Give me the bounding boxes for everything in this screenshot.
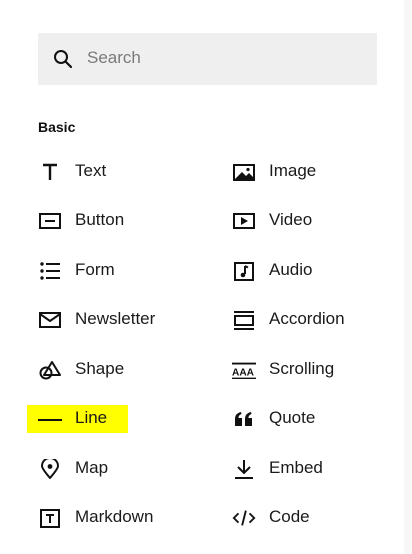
block-item-audio[interactable]: Audio [232,254,382,286]
block-item-image[interactable]: Image [232,155,382,187]
scrolling-icon: AAA [232,362,256,379]
audio-icon [234,262,254,281]
block-item-form[interactable]: Form [38,254,188,286]
search-icon [54,50,73,69]
button-icon [39,213,61,229]
block-item-label: Markdown [75,507,154,526]
block-item-label: Button [75,210,125,229]
block-item-label: Accordion [269,309,345,328]
block-item-label: Video [269,210,313,229]
block-item-label: Embed [269,458,323,477]
image-icon [233,164,255,181]
block-item-text[interactable]: Text [38,155,188,187]
text-icon [43,163,57,180]
block-item-quote[interactable]: Quote [232,402,382,434]
block-item-label: Newsletter [75,309,156,328]
search-bar[interactable]: Search [38,33,377,85]
block-item-label: Map [75,458,109,477]
block-item-label: Scrolling [269,359,335,378]
block-item-shape[interactable]: Shape [38,353,188,385]
map-pin-icon [41,459,59,479]
block-item-button[interactable]: Button [38,204,188,236]
block-item-line[interactable]: Line [38,402,188,434]
markdown-icon [40,509,60,528]
block-item-video[interactable]: Video [232,204,382,236]
svg-text:AAA: AAA [232,368,255,379]
block-item-label: Text [75,161,107,180]
embed-icon [235,460,253,479]
block-item-label: Line [75,408,108,427]
line-icon [38,419,62,421]
envelope-icon [39,312,61,328]
section-title: Basic [38,119,76,135]
search-input[interactable]: Search [87,47,141,69]
accordion-icon [234,311,254,330]
block-item-label: Quote [269,408,316,427]
block-item-label: Code [269,507,310,526]
block-item-label: Form [75,260,115,279]
block-item-label: Audio [269,260,313,279]
form-icon [40,262,60,280]
block-item-newsletter[interactable]: Newsletter [38,303,188,335]
shape-icon [39,361,61,380]
quote-icon [235,412,252,426]
block-item-accordion[interactable]: Accordion [232,303,382,335]
block-item-code[interactable]: Code [232,501,382,533]
block-item-scrolling[interactable]: AAA Scrolling [232,353,382,385]
block-item-map[interactable]: Map [38,452,188,484]
add-block-panel: Search Basic Text Button Form Newsletter… [0,0,404,554]
block-item-label: Shape [75,359,125,378]
code-icon [232,510,256,526]
block-item-markdown[interactable]: Markdown [38,501,188,533]
video-icon [233,213,255,229]
block-item-label: Image [269,161,317,180]
block-item-embed[interactable]: Embed [232,452,382,484]
